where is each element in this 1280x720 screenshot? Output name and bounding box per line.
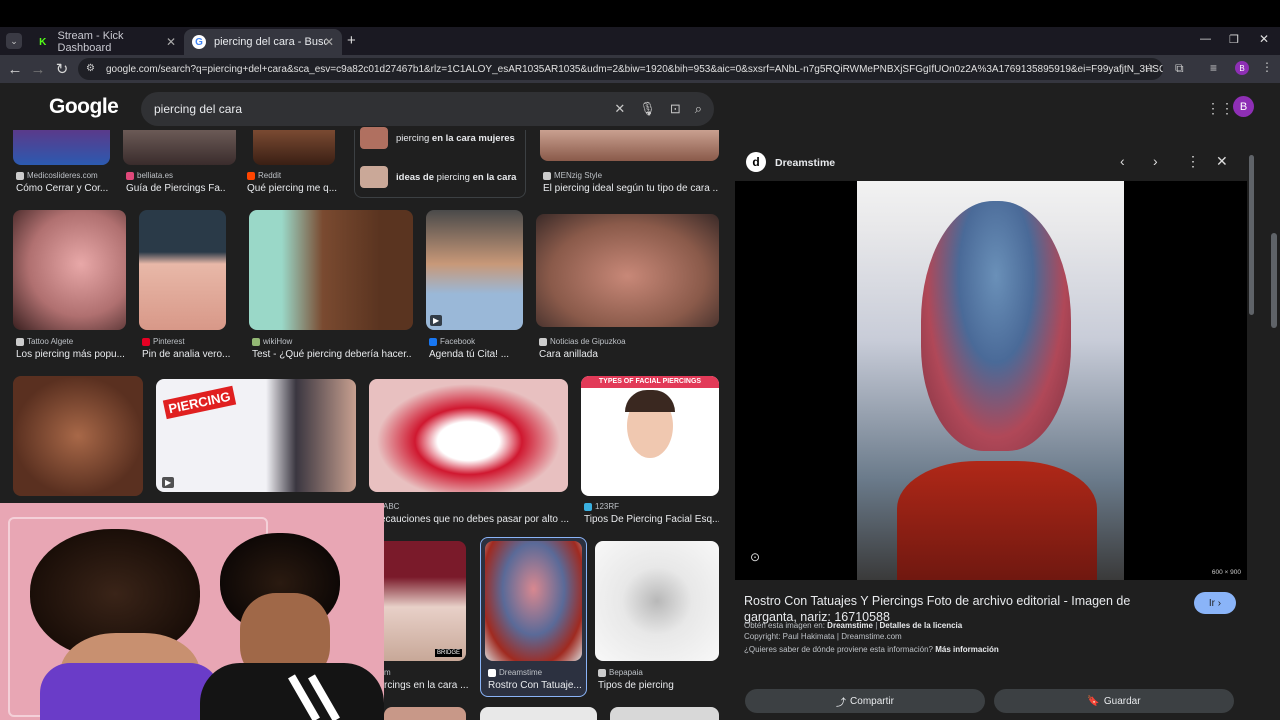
tab-kick[interactable]: K Stream - Kick Dashboard ✕ — [28, 29, 184, 55]
result-image[interactable] — [249, 210, 413, 330]
result-title[interactable]: Cara anillada — [539, 349, 715, 360]
dreamstime-logo: d — [746, 152, 766, 172]
result-image[interactable] — [540, 130, 719, 161]
result-title[interactable]: Agenda tú Cita! ... — [429, 349, 521, 360]
result-image[interactable] — [610, 707, 719, 720]
panel-scrollbar[interactable] — [1249, 155, 1254, 315]
reload-icon[interactable]: ↻ — [49, 56, 75, 82]
tab-search-button[interactable]: ⌄ — [6, 33, 22, 49]
next-icon[interactable]: › — [1153, 153, 1158, 169]
license-link[interactable]: Detalles de la licencia — [880, 621, 963, 630]
share-button[interactable]: ⤴ Compartir — [745, 689, 985, 713]
result-image[interactable] — [485, 541, 582, 661]
site-info-icon[interactable]: ⚙ — [86, 63, 95, 74]
result-title[interactable]: Rostro Con Tatuaje... — [488, 680, 582, 691]
panel-header: d Dreamstime ‹ › ⋮ ✕ — [735, 145, 1247, 181]
result-image[interactable] — [13, 130, 110, 165]
result-image[interactable] — [13, 376, 143, 496]
thumbnail-text: PIERCING — [162, 385, 237, 420]
result-title[interactable]: El piercing ideal según tu tipo de cara … — [543, 183, 719, 194]
page-scrollbar[interactable] — [1271, 233, 1277, 328]
os-top-bar — [0, 0, 1280, 27]
result-image[interactable] — [139, 210, 226, 330]
share-icon: ⤴ — [836, 697, 847, 709]
restore-icon[interactable]: ❐ — [1229, 33, 1239, 46]
info-question: ¿Quieres saber de dónde proviene esta in… — [744, 645, 999, 654]
new-tab-button[interactable]: + — [347, 32, 356, 49]
url-field[interactable]: ⚙ google.com/search?q=piercing+del+cara&… — [78, 58, 1163, 80]
result-image[interactable] — [253, 130, 335, 165]
result-image[interactable]: PIERCING ▶ — [156, 379, 356, 492]
video-icon: ▶ — [162, 477, 175, 488]
account-avatar[interactable]: B — [1233, 96, 1254, 117]
result-title[interactable]: Pin de analia vero... — [142, 349, 230, 360]
result-image[interactable] — [536, 214, 719, 327]
extensions-icon[interactable]: ⧉ — [1175, 61, 1184, 76]
kick-icon: K — [36, 35, 50, 49]
video-icon: ▶ — [430, 315, 443, 326]
result-image[interactable] — [13, 210, 126, 330]
voice-search-icon[interactable]: 🎙 — [639, 101, 656, 117]
preview-image-area: 600 × 900 ⊙ — [735, 181, 1247, 580]
result-title[interactable]: Test - ¿Qué piercing debería hacer... — [252, 349, 412, 360]
menu-icon[interactable]: ⋮ — [1261, 60, 1273, 74]
result-image[interactable] — [123, 130, 236, 165]
result-title[interactable]: Cómo Cerrar y Cor... — [16, 183, 111, 194]
result-title[interactable]: ecauciones que no debes pasar por alto .… — [380, 514, 570, 525]
tab-google[interactable]: G piercing del cara - Buscar con G ✕ — [184, 29, 342, 55]
copyright-text: Copyright: Paul Hakimata | Dreamstime.co… — [744, 632, 902, 641]
go-button[interactable]: Ir › — [1194, 592, 1236, 614]
clear-icon[interactable]: ✕ — [614, 101, 625, 117]
close-tab-icon[interactable]: ✕ — [324, 35, 334, 49]
result-image[interactable]: BRIDGE — [384, 541, 466, 661]
result-image[interactable] — [595, 541, 719, 661]
search-input[interactable]: piercing del cara ✕ 🎙 ⊡ ⌕ — [141, 92, 714, 126]
bookmark-icon: 🔖 — [1087, 695, 1100, 707]
more-info-link[interactable]: Más información — [935, 645, 999, 654]
search-icon[interactable]: ⌕ — [695, 101, 702, 117]
bookmark-star-icon[interactable]: ☆ — [1144, 61, 1155, 75]
related-search-item[interactable]: piercing en la cara mujeres — [356, 123, 526, 153]
thumbnail-text: TYPES OF FACIAL PIERCINGS — [581, 376, 719, 388]
forward-icon[interactable]: → — [25, 56, 51, 82]
close-tab-icon[interactable]: ✕ — [166, 35, 176, 49]
preview-image[interactable] — [857, 181, 1124, 580]
result-title[interactable]: Guía de Piercings Fa... — [126, 183, 226, 194]
panel-source[interactable]: Dreamstime — [775, 157, 835, 169]
result-title[interactable]: rcings en la cara ... — [384, 680, 469, 691]
obtain-line: Obtén esta imagen en: Dreamstime | Detal… — [744, 621, 963, 630]
result-image[interactable] — [384, 707, 466, 720]
lens-search-icon[interactable]: ⊙ — [750, 550, 760, 564]
media-icon[interactable]: ≡ — [1210, 61, 1217, 75]
google-logo[interactable]: Google — [49, 95, 119, 119]
webcam-overlay — [0, 503, 384, 720]
result-title[interactable]: Tipos De Piercing Facial Esq... — [584, 514, 719, 525]
more-options-icon[interactable]: ⋮ — [1186, 153, 1200, 170]
result-image[interactable] — [480, 707, 597, 720]
result-title[interactable]: Qué piercing me q... — [247, 183, 339, 194]
address-bar: ← → ↻ ⚙ google.com/search?q=piercing+del… — [0, 55, 1280, 83]
close-window-icon[interactable]: ✕ — [1259, 32, 1269, 46]
profile-avatar[interactable]: B — [1235, 61, 1249, 75]
result-title[interactable]: Tipos de piercing — [598, 680, 718, 691]
thumbnail-text: BRIDGE — [434, 649, 462, 657]
result-image[interactable] — [369, 379, 568, 492]
previous-icon[interactable]: ‹ — [1120, 153, 1125, 169]
minimize-icon[interactable]: — — [1200, 33, 1211, 45]
close-panel-icon[interactable]: ✕ — [1216, 153, 1228, 170]
tab-strip: ⌄ K Stream - Kick Dashboard ✕ G piercing… — [0, 27, 1280, 55]
obtain-source-link[interactable]: Dreamstime — [827, 621, 873, 630]
save-button[interactable]: 🔖 Guardar — [994, 689, 1234, 713]
result-image[interactable]: TYPES OF FACIAL PIERCINGS — [581, 376, 719, 496]
result-image[interactable]: ▶ — [426, 210, 523, 330]
google-icon: G — [192, 35, 206, 49]
image-preview-panel: d Dreamstime ‹ › ⋮ ✕ 600 × 900 ⊙ Rostro … — [735, 145, 1247, 693]
result-title[interactable]: Los piercing más popu... — [16, 349, 126, 360]
lens-icon[interactable]: ⊡ — [670, 101, 681, 117]
related-search-item[interactable]: ideas de piercing en la cara — [356, 162, 526, 192]
